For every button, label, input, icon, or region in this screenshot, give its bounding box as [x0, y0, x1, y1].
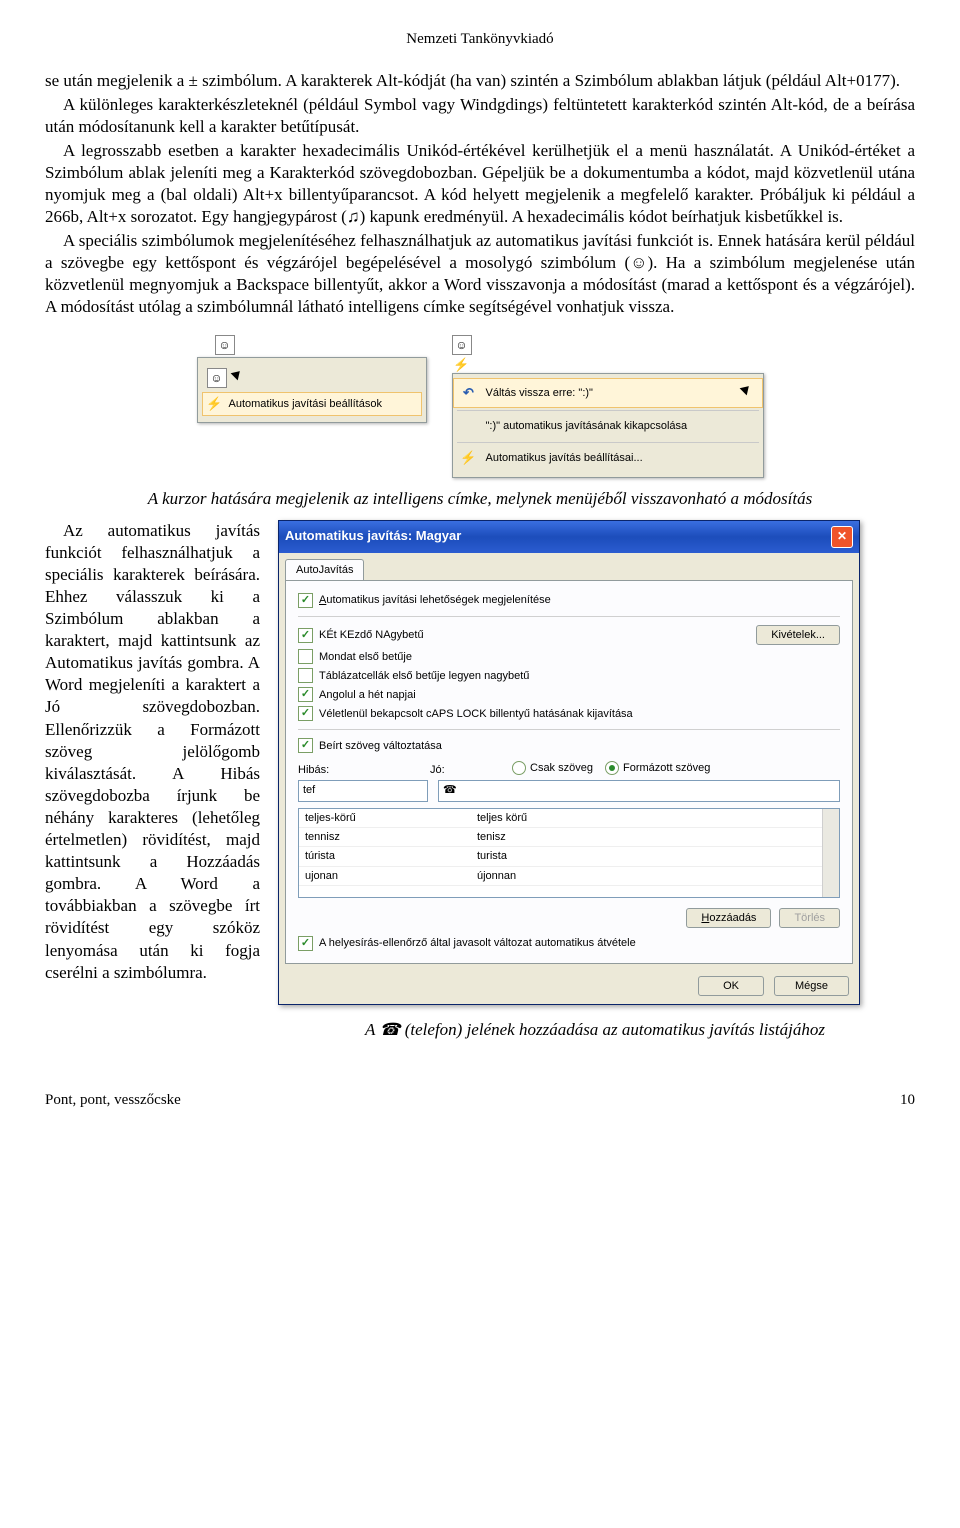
list-cell: ujonan [299, 867, 471, 885]
cursor-icon [233, 369, 247, 387]
autocorrect-settings-item[interactable]: ⚡ Automatikus javítás beállításai... [453, 445, 763, 473]
radio-formatted[interactable]: Formázott szöveg [605, 759, 710, 777]
checkbox-icon [298, 668, 313, 683]
list-cell: turista [471, 847, 822, 865]
radio-icon [605, 761, 619, 775]
radio-label: Formázott szöveg [623, 761, 710, 775]
ok-button[interactable]: OK [698, 976, 764, 996]
menu-label: ":)" automatikus javításának kikapcsolás… [486, 419, 688, 433]
paragraph-3: A legrosszabb esetben a karakter hexadec… [45, 140, 915, 228]
tab-autojavitas[interactable]: AutoJavítás [285, 559, 364, 580]
field-label-jo: Jó: [430, 763, 500, 777]
undo-icon: ↶ [460, 385, 478, 401]
lightning-icon: ⚡ [454, 357, 470, 373]
checkbox-sentence-first[interactable]: Mondat első betűje [298, 647, 840, 666]
lightning-icon: ⚡ [460, 451, 478, 467]
delete-button: Törlés [779, 908, 840, 928]
smiley-icon: ☺ [207, 368, 227, 388]
checkbox-capslock[interactable]: Véletlenül bekapcsolt cAPS LOCK billenty… [298, 704, 840, 723]
checkbox-icon [298, 687, 313, 702]
checkbox-label: Mondat első betűje [319, 650, 412, 664]
checkbox-icon [298, 738, 313, 753]
checkbox-show-options[interactable]: AAutomatikus javítási lehetőségek megjel… [298, 591, 840, 610]
smarttag-panel-left: ☺ ⚡ Automatikus javítási beállítások [197, 357, 427, 423]
paragraph-1: se után megjelenik a ± szimbólum. A kara… [45, 70, 915, 92]
autocorrect-dialog: Automatikus javítás: Magyar ✕ AutoJavítá… [278, 520, 860, 1005]
checkbox-icon [298, 706, 313, 721]
checkbox-icon [298, 593, 313, 608]
autocorrect-settings-item[interactable]: ⚡ Automatikus javítási beállítások [202, 392, 422, 416]
figure-caption-1: A kurzor hatására megjelenik az intellig… [45, 488, 915, 510]
checkbox-label: A helyesírás-ellenőrző által javasolt vá… [319, 936, 636, 950]
menu-label: Automatikus javítási beállítások [229, 397, 382, 411]
checkbox-icon [298, 649, 313, 664]
footer-left: Pont, pont, vesszőcske [45, 1091, 181, 1111]
checkbox-label: Beírt szöveg változtatása [319, 739, 442, 753]
hibas-input[interactable]: tef [298, 780, 428, 802]
replace-listbox[interactable]: teljes-körűteljes körű tennisztenisz túr… [298, 808, 840, 898]
list-cell: tennisz [299, 828, 471, 846]
checkbox-icon [298, 936, 313, 951]
jo-input[interactable]: ☎ [438, 780, 840, 802]
checkbox-label: Véletlenül bekapcsolt cAPS LOCK billenty… [319, 707, 633, 721]
scrollbar[interactable] [822, 809, 839, 897]
radio-icon [512, 761, 526, 775]
paragraph-4: A speciális szimbólumok megjelenítéséhez… [45, 230, 915, 318]
checkbox-two-caps[interactable]: KÉt KEzdő NAgybetű Kivételek... [298, 623, 840, 647]
smiley-icon: ☺ [215, 335, 235, 355]
add-button[interactable]: HHozzáadásozzáadás [686, 908, 771, 928]
smiley-icon: ☺ [452, 335, 472, 355]
checkbox-label: Angolul a hét napjai [319, 688, 416, 702]
checkbox-label: Táblázatcellák első betűje legyen nagybe… [319, 669, 529, 683]
list-cell: túrista [299, 847, 471, 865]
checkbox-icon [298, 628, 313, 643]
checkbox-label: KÉt KEzdő NAgybetű [319, 628, 424, 642]
checkbox-label: AAutomatikus javítási lehetőségek megjel… [319, 593, 551, 607]
dialog-titlebar[interactable]: Automatikus javítás: Magyar ✕ [279, 521, 859, 553]
close-icon[interactable]: ✕ [831, 526, 853, 548]
radio-label: Csak szöveg [530, 761, 593, 775]
checkbox-table-caps[interactable]: Táblázatcellák első betűje legyen nagybe… [298, 666, 840, 685]
page-number: 10 [900, 1091, 915, 1111]
field-label-hibas: Hibás: [298, 763, 418, 777]
paragraph-2: A különleges karakterkészleteknél (példá… [45, 94, 915, 138]
cancel-button[interactable]: Mégse [774, 976, 849, 996]
dialog-title: Automatikus javítás: Magyar [285, 528, 461, 545]
lightning-icon: ⚡ [207, 396, 223, 412]
undo-menu-item[interactable]: ↶ Váltás vissza erre: ":)" [453, 378, 763, 408]
checkbox-replace-text[interactable]: Beírt szöveg változtatása [298, 736, 840, 755]
figure-caption-2: A ☎ (telefon) jelének hozzáadása az auto… [275, 1019, 915, 1041]
paragraph-5: Az automatikus javítás funkciót felhaszn… [45, 520, 260, 984]
radio-text-only[interactable]: Csak szöveg [512, 759, 593, 777]
menu-label: Váltás vissza erre: ":)" [486, 386, 593, 400]
list-cell: teljes körű [471, 809, 822, 827]
cursor-icon [742, 384, 756, 402]
list-cell: újonnan [471, 867, 822, 885]
smarttag-panel-right: ↶ Váltás vissza erre: ":)" ":)" automati… [452, 373, 764, 477]
doc-header: Nemzeti Tankönyvkiadó [45, 30, 915, 50]
disable-autocorrect-item[interactable]: ":)" automatikus javításának kikapcsolás… [453, 413, 763, 439]
exceptions-button[interactable]: Kivételek... [756, 625, 840, 645]
list-cell: teljes-körű [299, 809, 471, 827]
list-cell: tenisz [471, 828, 822, 846]
menu-label: Automatikus javítás beállításai... [486, 451, 643, 465]
checkbox-weekdays[interactable]: Angolul a hét napjai [298, 685, 840, 704]
checkbox-spellcheck-auto[interactable]: A helyesírás-ellenőrző által javasolt vá… [298, 934, 840, 953]
smarttag-figure: ☺ ☺ ⚡ Automatikus javítási beállítások ☺… [45, 333, 915, 478]
page-footer: Pont, pont, vesszőcske 10 [45, 1091, 915, 1111]
